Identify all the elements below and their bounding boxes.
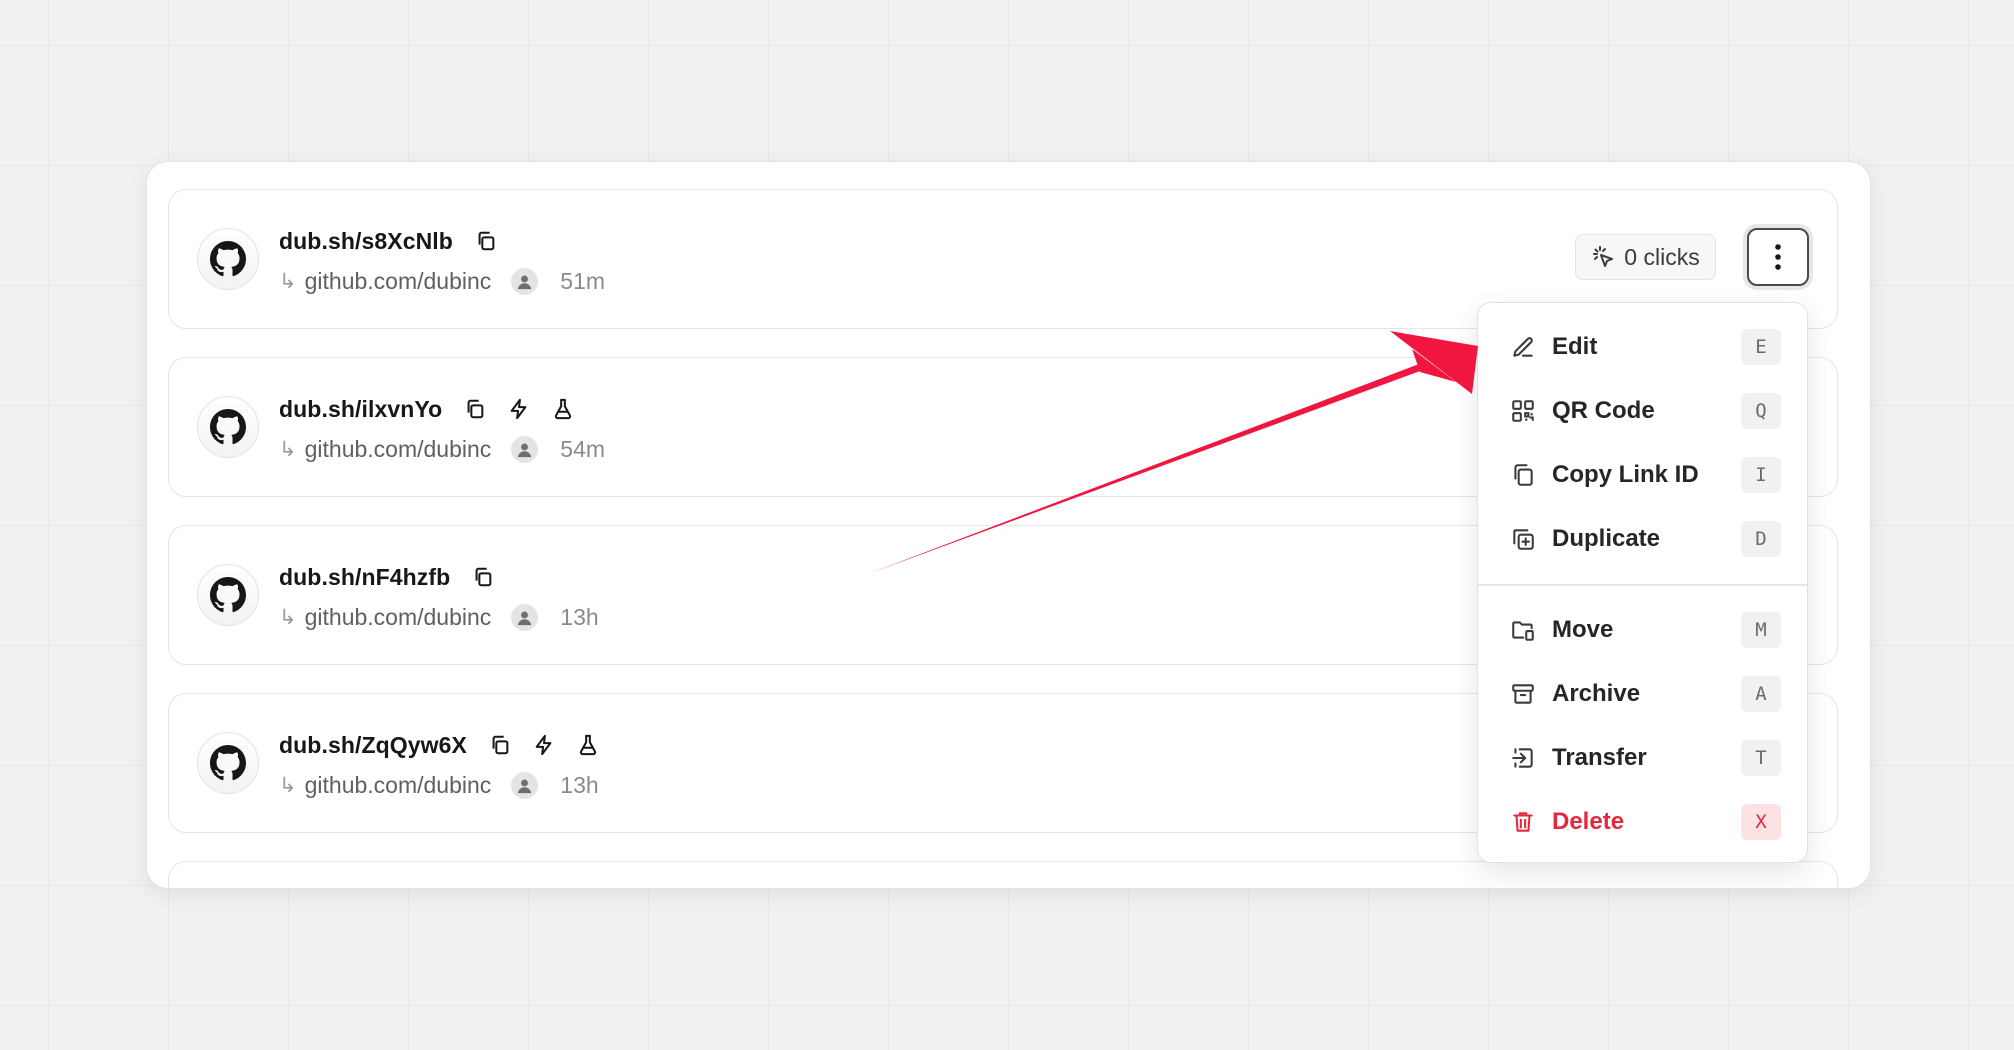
shortcut-key: E [1741,329,1781,365]
copy-icon[interactable] [489,734,511,756]
clicks-count: 0 clicks [1624,243,1700,270]
destination-url[interactable]: github.com/dubinc [305,772,492,799]
user-avatar [511,771,539,799]
menu-divider [1478,584,1807,586]
pencil-icon [1508,332,1538,362]
dots-vertical-icon [1775,244,1781,270]
short-link[interactable]: dub.sh/ilxvnYo [279,396,442,423]
github-logo-icon [197,396,259,458]
redirect-arrow-icon: ↳ [279,437,297,461]
menu-item-copy-link-id[interactable]: Copy Link ID I [1488,447,1799,503]
shortcut-key: T [1741,740,1781,776]
menu-item-archive[interactable]: Archive A [1488,666,1799,722]
user-avatar [511,435,539,463]
link-age: 13h [560,603,599,630]
shortcut-key: Q [1741,393,1781,429]
archive-icon [1508,679,1538,709]
github-logo-icon [197,732,259,794]
menu-item-label: Delete [1552,808,1625,835]
menu-item-edit[interactable]: Edit E [1488,319,1799,375]
redirect-arrow-icon: ↳ [279,605,297,629]
link-age: 51m [560,267,606,294]
menu-item-qr-code[interactable]: QR Code Q [1488,383,1799,439]
link-row[interactable] [168,861,1838,888]
link-age: 13h [560,771,599,798]
short-link[interactable]: dub.sh/s8XcNlb [279,228,453,255]
menu-item-move[interactable]: Move M [1488,602,1799,658]
menu-item-delete[interactable]: Delete X [1488,794,1799,850]
copy-icon [1508,460,1538,490]
transfer-icon [1508,743,1538,773]
shortcut-key: A [1741,676,1781,712]
menu-item-label: Move [1552,616,1614,643]
cursor-click-icon [1591,245,1615,269]
qr-code-icon [1508,396,1538,426]
more-options-button[interactable] [1747,228,1809,286]
short-link[interactable]: dub.sh/ZqQyw6X [279,732,467,759]
shortcut-key: D [1741,521,1781,557]
user-avatar [511,603,539,631]
menu-item-label: Copy Link ID [1552,461,1699,488]
menu-item-duplicate[interactable]: Duplicate D [1488,511,1799,567]
menu-item-label: QR Code [1552,397,1655,424]
redirect-arrow-icon: ↳ [279,269,297,293]
link-actions-menu: Edit E QR Code Q Copy Link ID I Duplicat… [1477,302,1808,863]
copy-icon[interactable] [475,230,497,252]
destination-url[interactable]: github.com/dubinc [305,436,492,463]
copy-icon[interactable] [464,398,486,420]
github-logo-icon [197,564,259,626]
folder-move-icon [1508,615,1538,645]
copy-icon[interactable] [472,566,494,588]
destination-url[interactable]: github.com/dubinc [305,604,492,631]
menu-item-label: Transfer [1552,744,1647,771]
shortcut-key: I [1741,457,1781,493]
link-age: 54m [560,435,606,462]
shortcut-key: M [1741,612,1781,648]
flask-icon [577,734,599,756]
menu-item-label: Duplicate [1552,525,1661,552]
trash-icon [1508,807,1538,837]
user-avatar [511,267,539,295]
menu-item-label: Edit [1552,333,1598,360]
shortcut-key: X [1741,804,1781,840]
short-link[interactable]: dub.sh/nF4hzfb [279,564,450,591]
duplicate-icon [1508,524,1538,554]
bolt-icon [533,734,555,756]
menu-item-label: Archive [1552,680,1641,707]
github-logo-icon [197,228,259,290]
bolt-icon [508,398,530,420]
clicks-badge[interactable]: 0 clicks [1575,234,1716,280]
menu-item-transfer[interactable]: Transfer T [1488,730,1799,786]
destination-url[interactable]: github.com/dubinc [305,268,492,295]
redirect-arrow-icon: ↳ [279,773,297,797]
flask-icon [552,398,574,420]
